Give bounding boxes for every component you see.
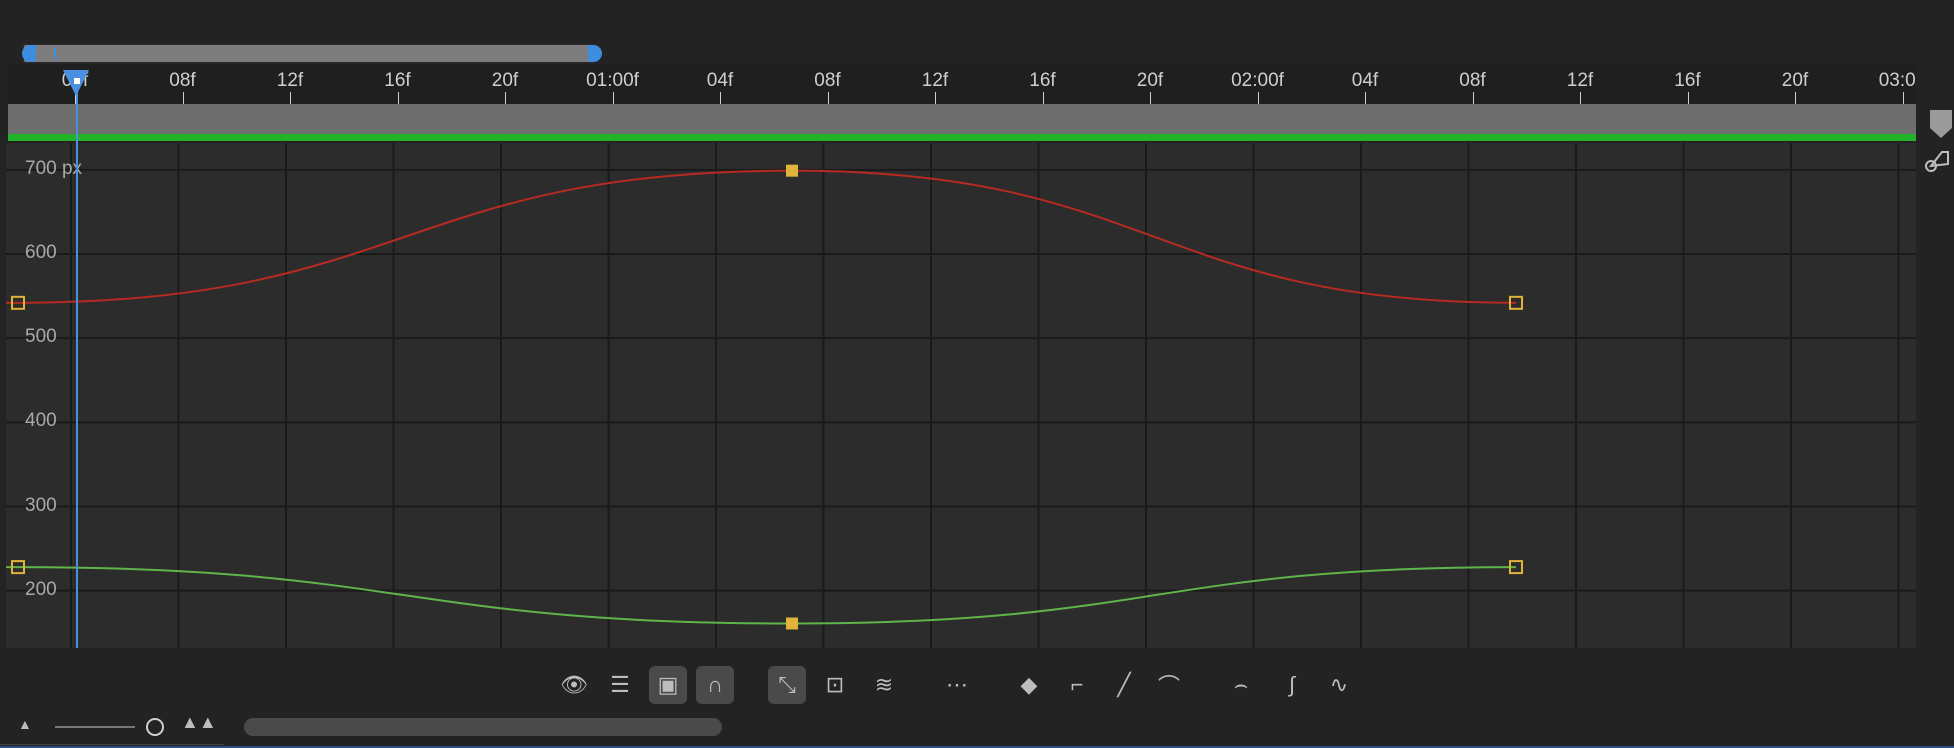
ruler-label: 04f: [1351, 70, 1379, 91]
keyframe-point[interactable]: [786, 164, 798, 177]
keyframe-interpolation-icon[interactable]: ◆: [1010, 666, 1048, 704]
ruler-label: 20f: [1781, 70, 1809, 91]
auto-zoom-height-icon[interactable]: ⤡: [768, 666, 806, 704]
y-axis-label: 600: [25, 242, 57, 263]
work-area-bar[interactable]: [8, 104, 1916, 134]
ruler-tick: [827, 92, 829, 104]
render-cache-indicator: [8, 134, 1916, 141]
fit-selection-icon[interactable]: ⊡: [816, 666, 854, 704]
current-time-indicator-line[interactable]: [76, 80, 78, 648]
ruler-tick: [182, 92, 184, 104]
ruler-tick: [1902, 92, 1904, 104]
ruler-label: 12f: [921, 70, 949, 91]
hold-keyframe-icon[interactable]: ⌐: [1058, 666, 1096, 704]
y-axis-label: 400: [25, 410, 57, 432]
ruler-tick: [1365, 92, 1366, 104]
transform-box-icon[interactable]: ▣: [649, 666, 687, 704]
fit-all-icon[interactable]: ≋: [865, 666, 903, 704]
y-axis-label: 700 px: [25, 157, 83, 179]
time-navigator-end-handle[interactable]: [588, 45, 602, 62]
y-axis-label: 200: [25, 578, 57, 600]
ruler-tick: [935, 92, 936, 104]
zoom-slider-knob[interactable]: [146, 718, 164, 736]
ruler-label: 20f: [1136, 70, 1164, 91]
zoom-in-mountains-icon[interactable]: ▲▲: [181, 712, 217, 733]
ruler-tick: [1042, 92, 1044, 104]
auto-bezier-icon[interactable]: ⌒: [1150, 666, 1188, 704]
ruler-tick: [397, 92, 399, 104]
time-navigator-bar[interactable]: [24, 45, 592, 62]
ruler-label: 01:00f: [586, 70, 639, 91]
easy-ease-in-icon[interactable]: ∫: [1273, 666, 1311, 704]
time-navigator-current-time-tick: [54, 47, 56, 60]
ruler-label: 12f: [1566, 70, 1594, 91]
zoom-slider-track[interactable]: [55, 726, 135, 728]
ruler-tick: [1795, 92, 1796, 104]
graph-editor-canvas[interactable]: 700 px 600 500 400 300 200: [6, 143, 1916, 648]
time-ruler[interactable]: 04f 08f 12f 16f 20f 01:00f 04f 08f 12f 16f 20f 02:0…: [8, 64, 1926, 104]
ruler-label: 16f: [1029, 70, 1056, 91]
ruler-label: 16f: [384, 70, 411, 91]
choose-properties-visible-icon[interactable]: 👁: [555, 666, 593, 704]
ruler-tick: [1580, 92, 1581, 104]
easy-ease-out-icon[interactable]: ∿: [1320, 666, 1358, 704]
ruler-tick: [1150, 92, 1151, 104]
y-axis-label: 500: [25, 326, 57, 348]
ruler-tick: [1472, 92, 1474, 104]
ruler-tick: [1687, 92, 1689, 104]
linear-keyframe-icon[interactable]: ╱: [1105, 666, 1143, 704]
easy-ease-icon[interactable]: ⌢: [1222, 666, 1260, 704]
current-time-indicator-notch: [74, 78, 80, 84]
graph-side-panel: [1916, 64, 1954, 648]
time-navigator-start-handle[interactable]: [22, 45, 36, 62]
snap-icon[interactable]: ∩: [696, 666, 734, 704]
ruler-label: 16f: [1674, 70, 1701, 91]
ruler-tick: [612, 92, 614, 104]
y-axis-label: 300: [25, 494, 57, 516]
zoom-divider: [0, 744, 224, 745]
horizontal-scrollbar[interactable]: [244, 718, 722, 736]
ruler-tick: [1257, 92, 1259, 104]
x-position-curve[interactable]: [6, 169, 1517, 304]
ruler-label: 20f: [491, 70, 519, 91]
snapshot-icon[interactable]: [1922, 146, 1950, 176]
y-position-curve[interactable]: [6, 566, 1517, 625]
zoom-out-mountain-icon[interactable]: ▲: [18, 716, 32, 732]
graph-type-options-icon[interactable]: ☰: [601, 666, 639, 704]
ruler-label: 08f: [169, 70, 196, 91]
separate-dimensions-icon[interactable]: ⋯: [938, 666, 976, 704]
ruler-tick: [720, 92, 721, 104]
ruler-label: 08f: [814, 70, 841, 91]
ruler-label: 08f: [1459, 70, 1486, 91]
graph-editor-svg[interactable]: [6, 143, 1916, 648]
ruler-label: 12f: [276, 70, 304, 91]
comp-marker-icon[interactable]: [1930, 110, 1952, 140]
ruler-label: 04f: [706, 70, 734, 91]
ruler-tick: [290, 92, 291, 104]
keyframe-point[interactable]: [786, 617, 798, 630]
ruler-tick: [505, 92, 506, 104]
ruler-label: 02:00f: [1231, 70, 1284, 91]
